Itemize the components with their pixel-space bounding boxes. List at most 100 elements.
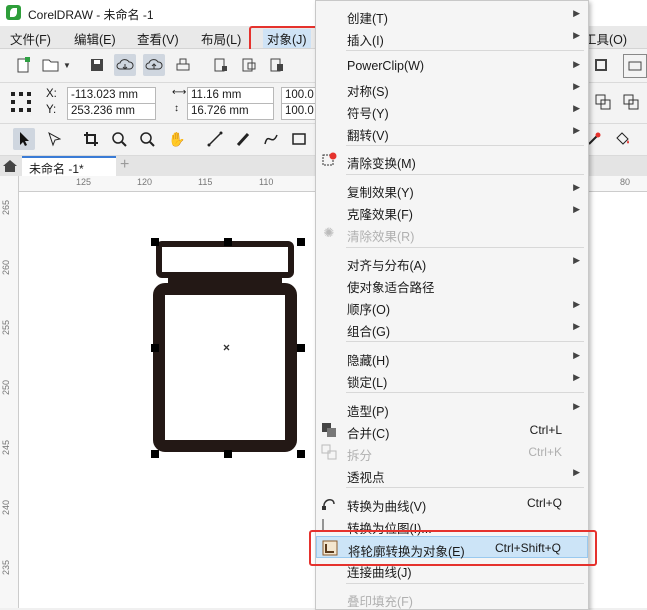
menu-separator: [346, 583, 584, 584]
break-apart-icon: [321, 444, 337, 460]
crop-tool-icon[interactable]: [80, 128, 102, 150]
x-label: X:: [46, 88, 57, 100]
menu-item-combine[interactable]: 合并(C) Ctrl+L: [316, 419, 588, 441]
menu-separator: [346, 341, 584, 342]
menu-separator: [346, 247, 584, 248]
rectangle-tool-icon[interactable]: [288, 128, 310, 150]
clear-transform-icon: [321, 152, 337, 168]
menu-item-shaping[interactable]: 造型(P) ▶: [316, 397, 588, 419]
object-origin-icon[interactable]: [10, 91, 32, 113]
submenu-arrow-icon: ▶: [573, 321, 580, 331]
home-icon[interactable]: [2, 158, 18, 174]
convert-to-curves-icon: [321, 495, 337, 511]
ruler-tick: 115: [198, 177, 213, 187]
x-position-field[interactable]: -113.023 mm: [67, 87, 156, 104]
width-icon: ⟷: [172, 87, 187, 98]
width-field[interactable]: 11.16 mm: [187, 87, 274, 104]
submenu-arrow-icon: ▶: [573, 299, 580, 309]
scale-y-field[interactable]: 100.0: [281, 103, 316, 120]
pan-tool-icon[interactable]: ✋: [166, 128, 188, 150]
shape-tool-icon[interactable]: [42, 128, 64, 150]
menu-tools[interactable]: 工具(O): [584, 29, 627, 48]
fullscreen-icon[interactable]: [590, 54, 612, 76]
submenu-arrow-icon: ▶: [573, 204, 580, 214]
submenu-arrow-icon: ▶: [573, 467, 580, 477]
window-title: CorelDRAW - 未命名 -1: [28, 8, 154, 22]
menu-view[interactable]: 查看(V): [137, 29, 179, 48]
menu-item-flip[interactable]: 翻转(V) ▶: [316, 121, 588, 143]
menu-item-perspective-point[interactable]: 透视点 ▶: [316, 463, 588, 485]
menu-file[interactable]: 文件(F): [10, 29, 51, 48]
menu-item-group[interactable]: 组合(G) ▶: [316, 317, 588, 339]
menu-edit[interactable]: 编辑(E): [74, 29, 116, 48]
menu-item-powerclip[interactable]: PowerClip(W) ▶: [316, 55, 588, 77]
fill-tool-icon[interactable]: [611, 128, 633, 150]
menu-layout[interactable]: 布局(L): [201, 29, 241, 48]
open-dropdown-icon[interactable]: ▼: [60, 54, 74, 76]
submenu-arrow-icon: ▶: [573, 350, 580, 360]
options-icon[interactable]: [623, 54, 647, 78]
ruler-tick: 240: [1, 500, 11, 516]
menu-item-symbol[interactable]: 符号(Y) ▶: [316, 99, 588, 121]
height-field[interactable]: 16.726 mm: [187, 103, 274, 120]
menu-item-create[interactable]: 创建(T) ▶: [316, 4, 588, 26]
menu-item-symmetry[interactable]: 对称(S) ▶: [316, 77, 588, 99]
ruler-tick: 250: [1, 380, 11, 396]
freehand-tool-icon[interactable]: [204, 128, 226, 150]
menu-item-lock[interactable]: 锁定(L) ▶: [316, 368, 588, 390]
ruler-tick: 260: [1, 260, 11, 276]
save-icon[interactable]: [86, 54, 108, 76]
menu-separator: [346, 50, 584, 51]
coreldraw-logo-icon: [6, 5, 21, 20]
ruler-tick: 265: [1, 200, 11, 216]
open-folder-icon[interactable]: [40, 54, 62, 76]
submenu-arrow-icon: ▶: [573, 103, 580, 113]
menu-item-fit-to-path[interactable]: 使对象适合路径: [316, 273, 588, 295]
add-tab-button[interactable]: +: [120, 156, 129, 174]
tab-untitled-1[interactable]: 未命名 -1*: [22, 156, 116, 176]
menu-item-order[interactable]: 顺序(O) ▶: [316, 295, 588, 317]
bezier-tool-icon[interactable]: [260, 128, 282, 150]
zoom-tool-icon[interactable]: [108, 128, 130, 150]
import-icon[interactable]: [210, 54, 232, 76]
trim-icon[interactable]: [620, 91, 642, 113]
new-document-icon[interactable]: [12, 54, 34, 76]
y-position-field[interactable]: 253.236 mm: [67, 103, 156, 120]
menu-item-clone-effect[interactable]: 克隆效果(F) ▶: [316, 200, 588, 222]
submenu-arrow-icon: ▶: [573, 81, 580, 91]
ruler-tick: 235: [1, 560, 11, 576]
menu-item-clear-transform[interactable]: 清除变换(M): [316, 149, 588, 171]
vertical-ruler[interactable]: 265 260 255 250 245 240 235: [0, 176, 19, 608]
export-icon[interactable]: [238, 54, 260, 76]
y-label: Y:: [46, 104, 57, 116]
pick-tool-icon[interactable]: [13, 128, 35, 150]
submenu-arrow-icon: ▶: [573, 401, 580, 411]
print-icon[interactable]: [172, 54, 194, 76]
cloud-upload-icon[interactable]: [143, 54, 165, 76]
weld-icon[interactable]: [592, 91, 614, 113]
menu-item-convert-to-curves[interactable]: 转换为曲线(V) Ctrl+Q: [316, 492, 588, 514]
ruler-tick: 125: [76, 177, 92, 187]
menu-item-overprint-fill[interactable]: 叠印填充(F): [316, 587, 588, 609]
submenu-arrow-icon: ▶: [573, 30, 580, 40]
submenu-arrow-icon: ▶: [573, 8, 580, 18]
convert-outline-highlight-box: [309, 530, 597, 566]
menu-separator: [346, 174, 584, 175]
menu-item-insert[interactable]: 插入(I) ▶: [316, 26, 588, 48]
scale-x-field[interactable]: 100.0: [281, 87, 316, 104]
zoom-out-icon[interactable]: [136, 128, 158, 150]
export-pdf-icon[interactable]: [266, 54, 288, 76]
ruler-tick: 255: [1, 320, 11, 336]
ruler-tick: 120: [137, 177, 153, 187]
cloud-download-icon[interactable]: [114, 54, 136, 76]
ruler-tick: 80: [620, 177, 631, 187]
clear-effect-icon: ✺: [323, 225, 335, 240]
menu-item-break-apart[interactable]: 拆分 Ctrl+K: [316, 441, 588, 463]
menu-item-align-distribute[interactable]: 对齐与分布(A) ▶: [316, 251, 588, 273]
menu-item-clear-effect[interactable]: ✺ 清除效果(R): [316, 222, 588, 244]
submenu-arrow-icon: ▶: [573, 125, 580, 135]
artistic-media-icon[interactable]: [232, 128, 254, 150]
menu-item-copy-effect[interactable]: 复制效果(Y) ▶: [316, 178, 588, 200]
menu-item-hide[interactable]: 隐藏(H) ▶: [316, 346, 588, 368]
menu-separator: [346, 145, 584, 146]
